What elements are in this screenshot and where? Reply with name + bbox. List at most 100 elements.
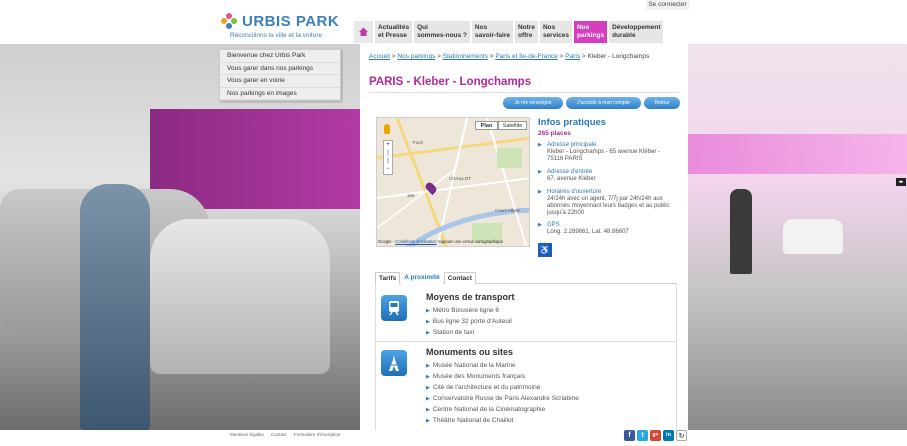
- logo[interactable]: URBIS PARK Réconcilions la ville et la v…: [220, 10, 340, 42]
- info-address: ▶ Adresse principale Kleber - Longchamps…: [538, 142, 678, 163]
- zoom-control[interactable]: + | | −: [383, 140, 393, 175]
- breadcrumb: Accueil > Nos parkings > Stationnements …: [369, 53, 650, 60]
- divider: [369, 92, 679, 93]
- page-title: PARIS - Kleber - Longchamps: [369, 76, 532, 88]
- footer-link[interactable]: Formulaire d'inscription: [294, 432, 340, 437]
- divider: [376, 341, 676, 342]
- nav-savoir-faire[interactable]: Nos savoir-faire: [471, 21, 513, 43]
- footer-link[interactable]: Contact: [271, 432, 287, 437]
- list-item: Bus ligne 32 porte d'Auteuil: [426, 316, 512, 327]
- map-label: Foch: [413, 140, 424, 145]
- list-item: Conservatoire Russe de Paris Alexandre S…: [426, 393, 579, 404]
- twitter-icon[interactable]: t: [637, 430, 648, 441]
- bullet-arrow-icon: ▶: [538, 169, 542, 175]
- map-terms-link[interactable]: Conditions d'utilisation: [395, 239, 437, 244]
- map[interactable]: Foch CHAILLOT Cours Albert 16e + | | − Plan…: [376, 117, 530, 247]
- renseigne-button[interactable]: Je me renseigne: [503, 97, 563, 109]
- bullet-arrow-icon: ▶: [538, 142, 542, 148]
- list-item: Station de taxi: [426, 327, 512, 338]
- flower-logo-icon: [221, 13, 237, 29]
- breadcrumb-link[interactable]: Paris et Ile-de-France: [495, 53, 558, 60]
- tab-panel: Moyens de transport Métro Boissière lign…: [375, 284, 677, 430]
- eiffel-tower-icon: [381, 350, 407, 376]
- nav-parkings[interactable]: Nos parkings: [573, 21, 608, 43]
- share-icon[interactable]: ↻: [676, 430, 687, 441]
- background-photo-right: ◂▸: [688, 44, 907, 430]
- info-heading: Adresse principale: [547, 142, 597, 148]
- info-heading: Horaires d'ouverture: [547, 189, 602, 195]
- breadcrumb-link[interactable]: Accueil: [369, 53, 390, 60]
- map-footer: Google - Conditions d'utilisation Signal…: [378, 239, 503, 244]
- nav-offre[interactable]: Notre offre: [514, 21, 538, 43]
- car-image: [783, 219, 843, 254]
- tab-tarifs[interactable]: Tarifs: [375, 272, 401, 284]
- list-item: Musée National de la Marine: [426, 360, 579, 371]
- info-hours: ▶ Horaires d'ouverture 24/24h avec un ag…: [538, 189, 678, 217]
- pegman-icon[interactable]: [384, 124, 390, 134]
- section-title: Moyens de transport: [426, 292, 515, 302]
- breadcrumb-link[interactable]: Nos parkings: [397, 53, 435, 60]
- submenu-item[interactable]: Nos parkings en images: [220, 88, 340, 100]
- map-report-link[interactable]: Signaler une erreur cartographique: [438, 239, 503, 244]
- nav-actualites[interactable]: Actualités et Presse: [375, 21, 413, 43]
- background-photo-left: [0, 44, 360, 430]
- nav-developpement-durable[interactable]: Développement durable: [609, 21, 664, 43]
- transport-list: Métro Boissière ligne 6 Bus ligne 32 por…: [426, 305, 512, 338]
- list-item: Métro Boissière ligne 6: [426, 305, 512, 316]
- home-button[interactable]: [354, 21, 373, 43]
- submenu-item[interactable]: Vous garer en voirie: [220, 75, 340, 88]
- list-item: Cité de l'architecture et du patrimoine: [426, 382, 579, 393]
- breadcrumb-current: Kleber - Longchamps: [587, 53, 650, 60]
- side-expand-icon[interactable]: ◂▸: [896, 178, 906, 186]
- footer-link[interactable]: Mentions légales: [230, 432, 264, 437]
- bullet-arrow-icon: ▶: [538, 222, 542, 228]
- back-button[interactable]: Retour: [644, 97, 680, 109]
- facebook-icon[interactable]: f: [624, 430, 635, 441]
- info-value: Kleber - Longchamps - 65 avenue Kléber -…: [547, 149, 661, 162]
- bullet-arrow-icon: ▶: [538, 189, 542, 195]
- list-item: Centre National de la Cinématographie: [426, 404, 579, 415]
- breadcrumb-link[interactable]: Paris: [565, 53, 580, 60]
- map-label: 16e: [407, 193, 415, 198]
- person-image: [80, 184, 150, 430]
- logo-tagline: Réconcilions la ville et la voiture: [230, 32, 323, 39]
- info-value: 24/24h avec un agent, 7/7j par 24h/24h a…: [547, 196, 670, 216]
- main-nav: Actualités et Presse Qui sommes-nous ? N…: [354, 21, 665, 43]
- account-button[interactable]: J'accède à mon compte: [566, 97, 641, 109]
- submenu-item[interactable]: Bienvenue chez Urbis Park: [220, 50, 340, 63]
- wall-stripe: [688, 134, 907, 174]
- logo-text: URBIS PARK: [242, 13, 340, 30]
- nav-qui-sommes-nous[interactable]: Qui sommes-nous ?: [414, 21, 470, 43]
- breadcrumb-link[interactable]: Stationnements: [443, 53, 488, 60]
- connect-link[interactable]: Se connecter: [646, 0, 689, 10]
- info-heading: Adresse d'entrée: [547, 169, 593, 175]
- info-gps: ▶ GPS Long. 2.289661, Lat. 48.86607: [538, 222, 678, 236]
- section-title: Monuments ou sites: [426, 347, 514, 357]
- info-heading: GPS: [547, 222, 560, 228]
- tabs: Tarifs A proximité Contact: [375, 272, 677, 284]
- map-satellite-button[interactable]: Satellite: [498, 121, 527, 130]
- tab-contact[interactable]: Contact: [443, 272, 476, 284]
- list-item: Musée des Monuments français: [426, 371, 579, 382]
- main-content: Accueil > Nos parkings > Stationnements …: [360, 44, 688, 430]
- google-logo: Google: [378, 239, 392, 244]
- footer-links: Mentions légales Contact Formulaire d'in…: [230, 432, 346, 437]
- wheelchair-icon: ♿: [538, 243, 552, 257]
- social-links: f t g+ in ↻: [624, 430, 689, 441]
- map-plan-button[interactable]: Plan: [475, 121, 498, 130]
- googleplus-icon[interactable]: g+: [650, 430, 661, 441]
- header: URBIS PARK Réconcilions la ville et la v…: [0, 0, 907, 44]
- list-item: Théâtre National de Chaillot: [426, 415, 579, 426]
- parkings-submenu: Bienvenue chez Urbis Park Vous garer dan…: [219, 49, 341, 101]
- train-icon: [381, 295, 407, 321]
- linkedin-icon[interactable]: in: [663, 430, 674, 441]
- home-icon: [359, 27, 368, 36]
- nav-services[interactable]: Nos services: [539, 21, 572, 43]
- info-entrance: ▶ Adresse d'entrée 67, avenue Kléber: [538, 169, 678, 183]
- map-roads: [377, 118, 529, 246]
- car-right-image: [150, 219, 330, 374]
- tab-proximite[interactable]: A proximité: [401, 272, 443, 284]
- info-value: 67, avenue Kléber: [547, 176, 596, 182]
- footer: Mentions légales Contact Formulaire d'in…: [0, 430, 907, 446]
- submenu-item[interactable]: Vous garer dans nos parkings: [220, 63, 340, 75]
